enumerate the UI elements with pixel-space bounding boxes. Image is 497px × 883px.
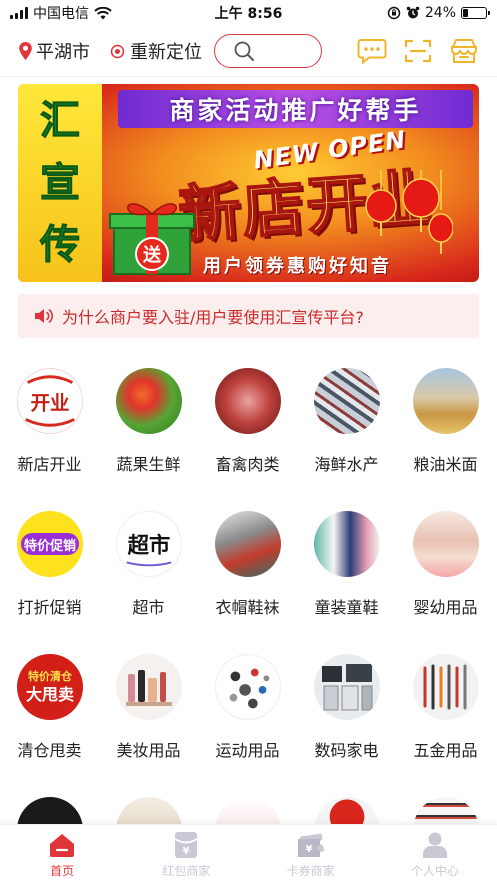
- battery-icon: [461, 7, 490, 19]
- thumb-text: 大甩卖: [25, 685, 73, 704]
- battery-percent: 24%: [424, 5, 456, 21]
- tab-home[interactable]: 首页: [0, 825, 124, 883]
- notice-bar[interactable]: 为什么商户要入驻/用户要使用汇宣传平台?: [18, 294, 479, 338]
- message-icon[interactable]: [357, 38, 387, 64]
- category-label: 新店开业: [17, 455, 82, 474]
- category-baby[interactable]: 婴幼用品: [396, 511, 495, 618]
- category-supermarket[interactable]: 超市 超市: [99, 511, 198, 618]
- category-label: 蔬果生鲜: [116, 455, 181, 474]
- category-discount[interactable]: 特价促销 打折促销: [0, 511, 99, 618]
- relocate-label: 重新定位: [130, 42, 202, 63]
- clock: 上午 8:56: [214, 6, 283, 22]
- search-icon: [234, 41, 254, 61]
- locate-target-icon: [110, 44, 125, 58]
- header-divider: [0, 76, 497, 77]
- top-bar: 平湖市 重新定位: [0, 30, 497, 72]
- category-thumb: [115, 368, 182, 434]
- banner-brand: 汇 宣 传: [18, 84, 102, 282]
- tab-label: 红包商家: [162, 864, 211, 878]
- city-selector[interactable]: 平湖市: [18, 38, 90, 64]
- category-label: 海鲜水产: [314, 455, 379, 474]
- category-thumb: 开业: [16, 368, 83, 434]
- relocate-button[interactable]: 重新定位: [110, 38, 202, 64]
- category-thumb: [412, 368, 479, 434]
- category-thumb: [313, 368, 380, 434]
- category-thumb: [313, 511, 380, 577]
- thumb-text: 开业: [30, 392, 69, 415]
- category-thumb: [313, 654, 380, 720]
- brand-char: 宣: [40, 159, 81, 206]
- tab-label: 首页: [50, 864, 75, 878]
- thumb-text: 特价促销: [23, 538, 75, 554]
- category-apparel[interactable]: 衣帽鞋袜: [198, 511, 297, 618]
- category-label: 清仓甩卖: [17, 741, 82, 760]
- red-packet-icon: ¥: [171, 831, 201, 859]
- tab-label: 个人中心: [410, 864, 459, 878]
- svg-text:¥: ¥: [183, 846, 190, 857]
- user-icon: [420, 831, 450, 859]
- category-fruit-veg[interactable]: 蔬果生鲜: [99, 368, 198, 475]
- brand-char: 汇: [40, 97, 81, 144]
- tab-red-packet-merchants[interactable]: ¥ 红包商家: [124, 825, 248, 883]
- category-sports[interactable]: 运动用品: [198, 654, 297, 761]
- location-pin-icon: [19, 42, 32, 60]
- category-thumb: [412, 511, 479, 577]
- signal-icon: [10, 7, 28, 19]
- tab-label: 卡券商家: [286, 864, 335, 878]
- category-thumb: 特价促销: [16, 511, 83, 577]
- speaker-icon: [35, 309, 54, 323]
- category-label: 美妆用品: [116, 741, 181, 760]
- thumb-text: 特价清仓: [28, 669, 73, 683]
- tab-profile[interactable]: 个人中心: [373, 825, 497, 883]
- home-icon: [47, 831, 77, 859]
- category-electronics[interactable]: 数码家电: [297, 654, 396, 761]
- alarm-icon: [406, 6, 420, 19]
- city-name: 平湖市: [36, 42, 90, 63]
- category-thumb: 特价清仓 大甩卖: [16, 654, 83, 720]
- category-seafood[interactable]: 海鲜水产: [297, 368, 396, 475]
- category-thumb: 超市: [115, 511, 182, 577]
- category-label: 打折促销: [17, 598, 82, 617]
- promo-banner[interactable]: 汇 宣 传 商家活动推广好帮手 NEW OPEN 新店开业 送 用户领券惠购好知…: [18, 84, 479, 282]
- category-thumb: [214, 654, 281, 720]
- category-label: 粮油米面: [413, 455, 478, 474]
- shop-icon[interactable]: [449, 38, 479, 64]
- category-thumb: [115, 654, 182, 720]
- category-label: 畜禽肉类: [215, 455, 280, 474]
- category-thumb: [412, 654, 479, 720]
- tab-coupon-merchants[interactable]: ¥ 卡券商家: [249, 825, 373, 883]
- category-grain-oil[interactable]: 粮油米面: [396, 368, 495, 475]
- category-label: 衣帽鞋袜: [215, 598, 280, 617]
- category-kids-wear[interactable]: 童装童鞋: [297, 511, 396, 618]
- gift-badge: 送: [142, 244, 162, 266]
- category-cosmetics[interactable]: 美妆用品: [99, 654, 198, 761]
- category-new-store[interactable]: 开业 新店开业: [0, 368, 99, 475]
- status-bar: 中国电信 上午 8:56 24%: [0, 0, 497, 26]
- category-hardware[interactable]: 五金用品: [396, 654, 495, 761]
- category-label: 运动用品: [215, 741, 280, 760]
- search-input[interactable]: [214, 34, 322, 68]
- carrier-name: 中国电信: [33, 6, 89, 22]
- bottom-tab-bar: 首页 ¥ 红包商家 ¥ 卡券商家 个人中心: [0, 824, 497, 883]
- category-label: 童装童鞋: [314, 598, 379, 617]
- scan-icon[interactable]: [403, 38, 433, 64]
- category-label: 婴幼用品: [413, 598, 478, 617]
- category-thumb: [214, 368, 281, 434]
- brand-char: 传: [40, 221, 81, 268]
- notice-text: 为什么商户要入驻/用户要使用汇宣传平台?: [62, 308, 364, 327]
- category-meat[interactable]: 畜禽肉类: [198, 368, 297, 475]
- category-label: 数码家电: [314, 741, 379, 760]
- wifi-icon: [94, 6, 112, 19]
- gift-box-icon: 送: [109, 203, 195, 275]
- category-clearance[interactable]: 特价清仓大甩卖 清仓甩卖: [0, 654, 99, 761]
- banner-headline: 商家活动推广好帮手: [118, 90, 473, 128]
- thumb-text: 超市: [127, 533, 170, 559]
- category-thumb: [214, 511, 281, 577]
- category-label: 超市: [132, 598, 165, 617]
- coupon-icon: ¥: [296, 831, 326, 859]
- rotation-lock-icon: [387, 6, 401, 20]
- svg-text:¥: ¥: [305, 844, 312, 855]
- banner-footer: 用户领券惠购好知音: [203, 256, 392, 277]
- category-label: 五金用品: [413, 741, 478, 760]
